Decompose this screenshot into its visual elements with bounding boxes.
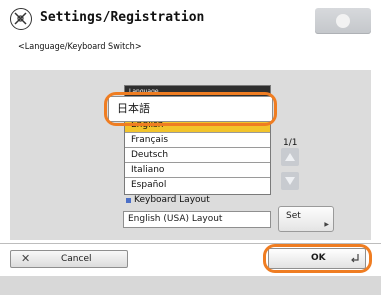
cancel-button[interactable]: ✕ Cancel — [10, 250, 128, 268]
set-button[interactable]: Set ▶ — [278, 206, 334, 232]
scroll-up-button[interactable] — [281, 148, 299, 166]
page-title: Settings/Registration — [40, 10, 205, 25]
close-icon: ✕ — [21, 252, 31, 265]
settings-registration-icon — [10, 8, 32, 30]
keyboard-layout-label: Keyboard Layout — [134, 195, 210, 205]
breadcrumb: <Language/Keyboard Switch> — [18, 42, 142, 52]
triangle-right-icon: ▶ — [324, 221, 329, 228]
cancel-button-label: Cancel — [61, 254, 92, 264]
header-button[interactable] — [315, 8, 371, 34]
page-indicator: 1/1 — [283, 138, 298, 148]
header: Settings/Registration — [0, 0, 381, 40]
scroll-down-button[interactable] — [281, 172, 299, 190]
bottom-bar — [0, 276, 381, 295]
keyboard-layout-bullet — [126, 198, 131, 203]
circle-icon — [336, 14, 350, 28]
language-option-italiano[interactable]: Italiano — [125, 163, 270, 178]
arrow-down-icon — [285, 177, 295, 185]
arrow-up-icon — [285, 153, 295, 161]
highlight-ring-language — [104, 92, 277, 126]
keyboard-layout-value: English (USA) Layout — [123, 211, 271, 228]
language-option-francais[interactable]: Français — [125, 133, 270, 148]
set-button-label: Set — [286, 211, 301, 221]
language-option-espanol[interactable]: Español — [125, 178, 270, 193]
highlight-ring-ok — [263, 244, 372, 273]
language-option-deutsch[interactable]: Deutsch — [125, 148, 270, 163]
screen: Settings/Registration <Language/Keyboard… — [0, 0, 381, 295]
